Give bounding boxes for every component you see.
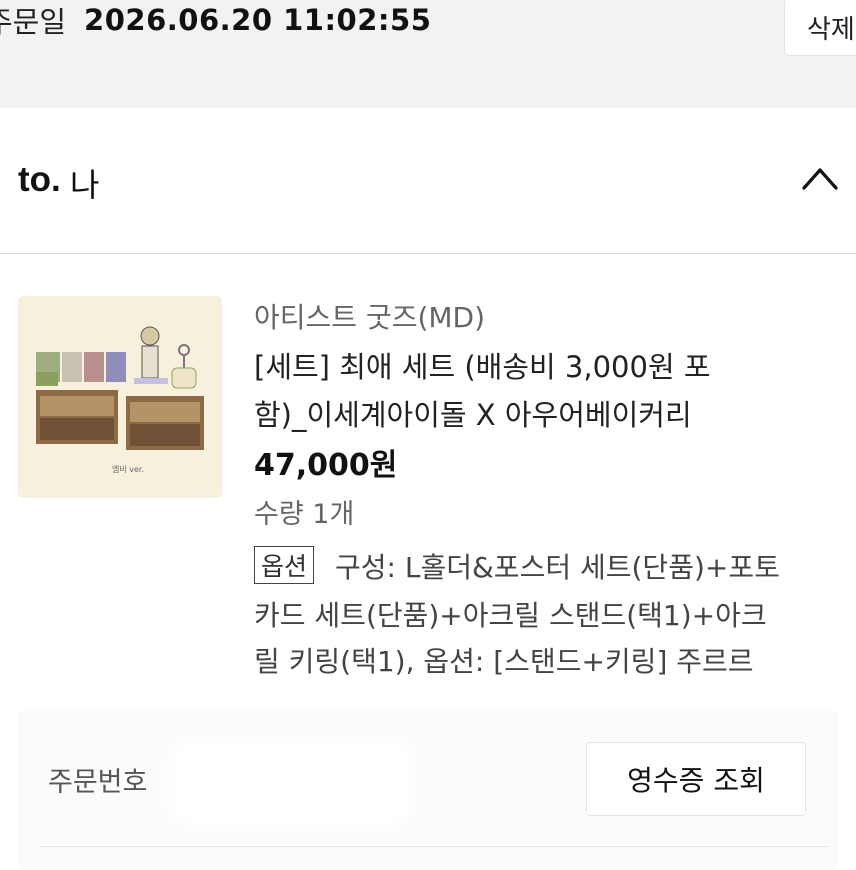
chevron-up-icon[interactable]	[798, 160, 842, 194]
order-date-value: 2026.06.20 11:02:55	[84, 3, 432, 37]
divider	[40, 846, 830, 847]
order-header: 주문일 2026.06.20 11:02:55 삭제	[0, 0, 856, 108]
product-price: 47,000원	[254, 448, 398, 483]
product-title-line-1[interactable]: [세트] 최애 세트 (배송비 3,000원 포	[254, 344, 711, 386]
seller-section[interactable]: to. 나	[0, 108, 856, 254]
product-title-line-2[interactable]: 함)_이세계아이돌 X 아우어베이커리	[254, 392, 692, 434]
option-line-2: 카드 세트(단품)+아크릴 스탠드(택1)+아크	[254, 599, 767, 632]
delete-button[interactable]: 삭제	[784, 0, 856, 56]
option-line-1: 구성: L홀더&포스터 세트(단품)+포토	[335, 551, 780, 584]
product-thumbnail[interactable]: 엠비 ver.	[18, 296, 222, 498]
product-quantity: 수량 1개	[254, 499, 355, 530]
option-line-3: 릴 키링(택1), 옵션: [스탠드+키링] 주르르	[254, 645, 754, 678]
order-date: 주문일 2026.06.20 11:02:55	[0, 0, 431, 40]
order-number-value	[176, 748, 406, 818]
product-category: 아티스트 굿즈(MD)	[254, 301, 486, 334]
order-number-label: 주문번호	[48, 767, 148, 798]
order-date-label: 주문일	[0, 5, 67, 39]
thumbnail-caption: 엠비 ver.	[112, 464, 144, 474]
seller-to-prefix: to.	[18, 160, 61, 199]
seller-name: 나	[70, 166, 100, 204]
receipt-button[interactable]: 영수증 조회	[586, 742, 806, 816]
option-badge: 옵션	[254, 546, 315, 584]
product-image: 엠비 ver.	[18, 296, 222, 498]
